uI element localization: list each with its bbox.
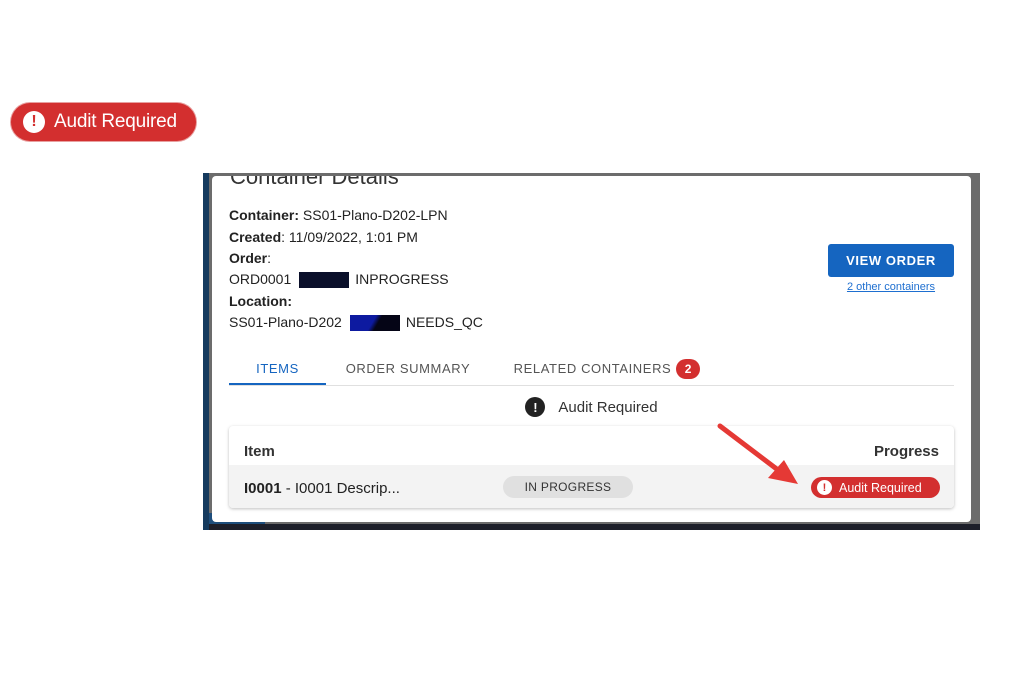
annotation-arrow-icon bbox=[717, 423, 798, 484]
items-table: Item Progress I0001 - I0001 Descrip... I… bbox=[229, 426, 954, 508]
item-description: - I0001 Descrip... bbox=[281, 480, 400, 497]
audit-required-badge: ! Audit Required bbox=[811, 477, 940, 498]
created-label: Created bbox=[229, 229, 282, 245]
location-id: SS01-Plano-D202 bbox=[229, 314, 342, 330]
frame-bottom-strip bbox=[209, 524, 980, 530]
redaction-block bbox=[349, 315, 400, 332]
view-order-button[interactable]: VIEW ORDER bbox=[828, 244, 954, 277]
column-header-progress: Progress bbox=[873, 443, 939, 460]
related-containers-count-badge: 2 bbox=[676, 358, 701, 379]
frame-left-strip bbox=[203, 173, 209, 530]
item-id: I0001 bbox=[244, 480, 282, 497]
status-chip: IN PROGRESS bbox=[503, 476, 633, 498]
location-label: Location: bbox=[229, 293, 292, 309]
container-line: Container: SS01-Plano-D202-LPN bbox=[229, 207, 448, 223]
audit-required-banner-label: Audit Required bbox=[558, 398, 658, 416]
table-row[interactable]: I0001 - I0001 Descrip... IN PROGRESS ! A… bbox=[229, 465, 954, 508]
exclamation-circle-icon: ! bbox=[817, 480, 832, 495]
order-label: Order bbox=[229, 250, 268, 266]
order-line: ORD0001 INPROGRESS bbox=[229, 271, 449, 289]
created-line: Created: 11/09/2022, 1:01 PM bbox=[229, 229, 418, 245]
order-colon: : bbox=[267, 250, 272, 266]
container-details-card: Container Details Container: SS01-Plano-… bbox=[212, 176, 971, 522]
tab-order-summary[interactable]: ORDER SUMMARY bbox=[341, 352, 475, 385]
column-header-item: Item bbox=[244, 443, 275, 460]
audit-required-callout: ! Audit Required bbox=[11, 103, 196, 141]
item-cell: I0001 - I0001 Descrip... bbox=[244, 480, 400, 497]
audit-required-callout-label: Audit Required bbox=[54, 111, 177, 132]
other-containers-link[interactable]: 2 other containers bbox=[828, 281, 954, 293]
active-tab-indicator bbox=[229, 383, 326, 385]
created-value: : 11/09/2022, 1:01 PM bbox=[281, 229, 418, 245]
tab-related-containers[interactable]: RELATED CONTAINERS 2 bbox=[509, 352, 705, 385]
card-title: Container Details bbox=[230, 176, 399, 189]
exclamation-circle-icon: ! bbox=[23, 111, 45, 133]
container-value: SS01-Plano-D202-LPN bbox=[302, 207, 448, 223]
exclamation-circle-icon: ! bbox=[525, 397, 546, 417]
tab-items[interactable]: ITEMS bbox=[229, 352, 326, 385]
location-status: NEEDS_QC bbox=[405, 314, 483, 330]
order-label-line: Order: bbox=[229, 250, 271, 266]
location-label-line: Location: bbox=[229, 293, 292, 309]
audit-required-banner: ! Audit Required bbox=[212, 397, 971, 417]
location-line: SS01-Plano-D202 NEEDS_QC bbox=[229, 314, 483, 332]
order-status: INPROGRESS bbox=[355, 271, 449, 287]
redaction-block bbox=[299, 272, 350, 289]
order-id: ORD0001 bbox=[229, 271, 292, 287]
tab-bar: ITEMS ORDER SUMMARY RELATED CONTAINERS 2 bbox=[229, 352, 954, 386]
container-label: Container: bbox=[229, 207, 299, 223]
audit-required-badge-label: Audit Required bbox=[839, 480, 922, 495]
tab-related-containers-label: RELATED CONTAINERS bbox=[513, 361, 672, 376]
